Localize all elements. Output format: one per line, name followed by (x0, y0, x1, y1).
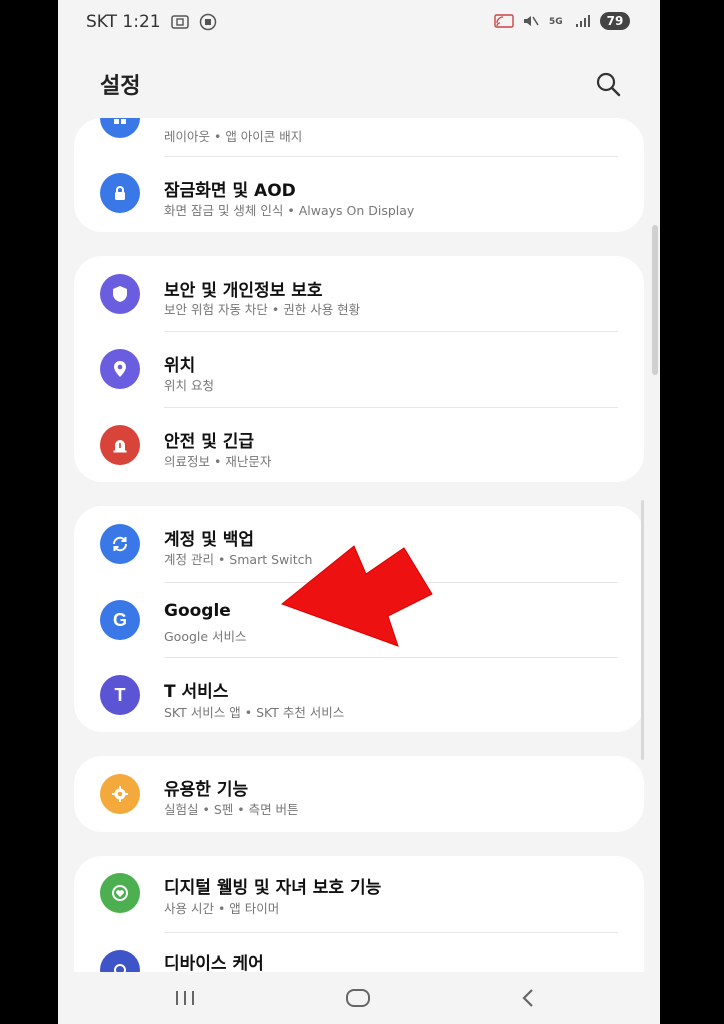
home-button-icon[interactable] (343, 986, 373, 1010)
carrier-time: SKT 1:21 (86, 12, 161, 32)
settings-item-home-screen[interactable]: 레이아웃 • 앱 아이콘 배지 (74, 118, 644, 156)
red-arrow-annotation (280, 545, 433, 647)
settings-item-lockscreen-aod[interactable]: 잠금화면 및 AOD 화면 잠금 및 생체 인식 • Always On Dis… (74, 156, 644, 232)
mute-icon (524, 16, 539, 26)
settings-group-advanced: 유용한 기능 실험실 • S펜 • 측면 버튼 (74, 756, 644, 832)
google-icon: G (100, 600, 140, 640)
settings-item-advanced-features[interactable]: 유용한 기능 실험실 • S펜 • 측면 버튼 (74, 756, 644, 832)
settings-item-sub: 보안 위험 자동 차단 • 권한 사용 현황 (164, 302, 361, 317)
navigation-bar (58, 972, 660, 1024)
settings-screen: SKT 1:21 5G 79 설정 레이아웃 • 앱 아이콘 배지 잠금화면 및… (58, 0, 660, 1024)
settings-item-safety-emergency[interactable]: 안전 및 긴급 의료정보 • 재난문자 (74, 407, 644, 482)
wellbeing-heart-icon (100, 873, 140, 913)
page-title: 설정 (100, 74, 141, 99)
settings-group-security: 보안 및 개인정보 보호 보안 위험 자동 차단 • 권한 사용 현황 위치 위… (74, 256, 644, 482)
search-icon[interactable] (594, 70, 622, 98)
settings-item-sub: 의료정보 • 재난문자 (164, 454, 272, 469)
location-pin-icon (100, 349, 140, 389)
settings-item-sub: 레이아웃 • 앱 아이콘 배지 (164, 129, 303, 144)
settings-item-title: 위치 (164, 356, 196, 376)
sync-icon (100, 524, 140, 564)
settings-item-title: 보안 및 개인정보 보호 (164, 281, 323, 301)
settings-item-sub: 실험실 • S펜 • 측면 버튼 (164, 802, 299, 817)
record-icon (199, 13, 216, 31)
settings-item-title: 안전 및 긴급 (164, 432, 255, 452)
settings-item-sub: SKT 서비스 앱 • SKT 추천 서비스 (164, 705, 345, 720)
screen-capture-icon (170, 15, 189, 29)
back-icon[interactable] (513, 986, 543, 1010)
cast-icon (494, 14, 514, 28)
settings-item-title: 디바이스 케어 (164, 954, 264, 974)
battery-indicator: 79 (600, 12, 630, 30)
recent-apps-icon[interactable] (170, 986, 200, 1010)
settings-item-title: 계정 및 백업 (164, 530, 255, 550)
shield-icon (100, 274, 140, 314)
settings-item-title: Google (164, 601, 231, 621)
settings-item-sub: 위치 요청 (164, 378, 214, 393)
settings-item-sub: Google 서비스 (164, 629, 247, 644)
scrollbar[interactable] (641, 500, 644, 760)
settings-item-title: 잠금화면 및 AOD (164, 181, 296, 201)
signal-icon (576, 15, 590, 27)
settings-item-title: 디지털 웰빙 및 자녀 보호 기능 (164, 878, 382, 898)
svg-text:5G: 5G (549, 17, 563, 27)
settings-item-security-privacy[interactable]: 보안 및 개인정보 보호 보안 위험 자동 차단 • 권한 사용 현황 (74, 256, 644, 332)
5g-icon: 5G (549, 17, 563, 27)
settings-group-display: 레이아웃 • 앱 아이콘 배지 잠금화면 및 AOD 화면 잠금 및 생체 인식… (74, 118, 644, 232)
emergency-icon (100, 425, 140, 465)
lock-icon (100, 173, 140, 213)
scroll-handle[interactable] (652, 225, 658, 375)
settings-item-t-service[interactable]: T T 서비스 SKT 서비스 앱 • SKT 추천 서비스 (74, 657, 644, 732)
settings-item-title: 유용한 기능 (164, 780, 249, 800)
settings-item-location[interactable]: 위치 위치 요청 (74, 331, 644, 407)
settings-item-title: T 서비스 (164, 682, 229, 702)
status-bar: SKT 1:21 5G 79 (58, 0, 660, 44)
gear-plus-icon (100, 774, 140, 814)
settings-item-sub: 사용 시간 • 앱 타이머 (164, 901, 280, 916)
settings-item-digital-wellbeing[interactable]: 디지털 웰빙 및 자녀 보호 기능 사용 시간 • 앱 타이머 (74, 856, 644, 932)
t-service-icon: T (100, 675, 140, 715)
settings-item-sub: 화면 잠금 및 생체 인식 • Always On Display (164, 203, 415, 218)
home-icon (100, 118, 140, 138)
